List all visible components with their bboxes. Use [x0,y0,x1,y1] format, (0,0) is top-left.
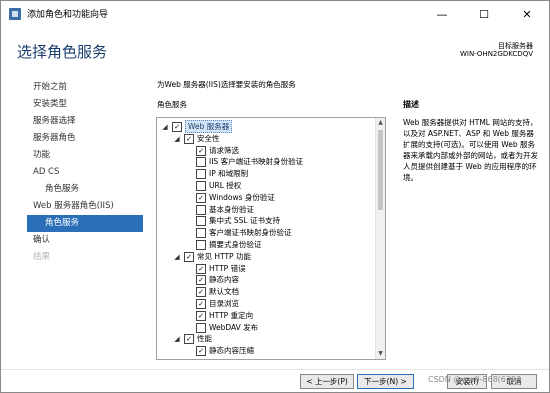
tree-row-label: 默认文档 [209,287,239,297]
tree-row-label: 基本身份验证 [209,204,254,214]
unchecked-checkbox[interactable] [196,240,206,250]
scroll-up-icon[interactable]: ▲ [376,118,385,128]
expand-collapse-icon[interactable]: ◢ [173,253,181,261]
tree-row-label: URL 授权 [209,181,242,190]
tree-row-label: HTTP 重定向 [209,310,254,320]
tree-row[interactable]: ◢ ✓ 性能 [157,333,372,345]
expand-collapse-icon[interactable]: ◢ [173,135,181,143]
checked-checkbox[interactable]: ✓ [196,145,206,156]
tree-row-label: 静态内容 [209,275,239,285]
tree-row[interactable]: WebDAV 发布 [157,322,372,333]
nav-step-7[interactable]: Web 服务器角色(IIS) [27,198,143,215]
unchecked-checkbox[interactable] [196,169,206,180]
tree-row[interactable]: ◢ ✓ 常见 HTTP 功能 [157,251,372,262]
unchecked-checkbox[interactable] [196,157,206,168]
tree-scrollbar[interactable]: ▲ ▼ [375,118,385,359]
tree-row[interactable]: 集中式 SSL 证书支持 [157,215,372,227]
description-title: 描述 [403,100,419,109]
checked-checkbox[interactable]: ✓ [184,133,194,144]
wizard-window: 添加角色和功能向导 — ☐ ✕ 选择角色服务 目标服务器 WIN-OHN2GDK… [0,0,550,393]
target-server-name: WIN-OHN2GDKCDQV [459,50,533,58]
nav-step-4[interactable]: 功能 [27,147,143,164]
expand-collapse-icon[interactable]: ◢ [173,335,181,343]
tree-row-label: Windows 身份验证 [209,192,275,202]
previous-button[interactable]: < 上一步(P) [300,374,354,389]
tree-row[interactable]: ◢ ✓ Web 服务器 [157,120,372,133]
unchecked-checkbox[interactable] [196,322,206,333]
nav-step-9[interactable]: 确认 [27,232,143,249]
checked-checkbox[interactable]: ✓ [184,334,194,345]
tree-row[interactable]: 客户端证书映射身份验证 [157,227,372,239]
nav-step-5[interactable]: AD CS [27,164,143,181]
tree-row[interactable]: IP 和域限制 [157,168,372,180]
tree-row[interactable]: ✓ 静态内容压缩 [157,345,372,357]
unchecked-checkbox[interactable] [196,204,206,215]
tree-row[interactable]: 基本身份验证 [157,204,372,215]
nav-step-3[interactable]: 服务器角色 [27,130,143,147]
window-title: 添加角色和功能向导 [27,10,109,20]
tree-row[interactable]: ✓ HTTP 重定向 [157,310,372,321]
checked-checkbox[interactable]: ✓ [184,251,194,262]
checked-checkbox[interactable]: ✓ [196,192,206,203]
title-bar: 添加角色和功能向导 — ☐ ✕ [1,1,549,27]
unchecked-checkbox[interactable] [196,228,206,239]
tree-row-label: 静态内容压缩 [209,346,254,356]
tree-row-label: Web 服务器 [185,120,233,133]
checked-checkbox[interactable]: ✓ [196,346,206,357]
tree-row-label: WebDAV 发布 [209,322,259,332]
tree-row-label: 请求筛选 [209,145,239,155]
nav-step-0[interactable]: 开始之前 [27,79,143,96]
tree-row[interactable]: ✓ 静态内容 [157,274,372,286]
tree-row-label: HTTP 错误 [209,263,246,273]
tree-row-label: IIS 客户端证书映射身份验证 [209,157,304,167]
tree-row[interactable]: ✓ HTTP 错误 [157,263,372,274]
tree-row[interactable]: 摘要式身份验证 [157,239,372,250]
close-button[interactable]: ✕ [506,1,548,27]
maximize-button[interactable]: ☐ [463,1,505,27]
checked-checkbox[interactable]: ✓ [196,310,206,321]
tree-row-label: 性能 [197,334,212,344]
scroll-down-icon[interactable]: ▼ [376,349,385,359]
minimize-button[interactable]: — [421,1,463,27]
checked-checkbox[interactable]: ✓ [172,122,182,132]
unchecked-checkbox[interactable] [196,181,206,191]
description-text: Web 服务器提供对 HTML 网站的支持，以及对 ASP.NET、ASP 和 … [403,118,538,182]
checked-checkbox[interactable]: ✓ [196,275,206,286]
tree-row-label: 摘要式身份验证 [209,240,262,249]
nav-step-6[interactable]: 角色服务 [27,181,143,198]
tree-row[interactable]: IIS 客户端证书映射身份验证 [157,156,372,168]
nav-step-2[interactable]: 服务器选择 [27,113,143,130]
tree-row[interactable]: ✓ 默认文档 [157,286,372,298]
tree-row[interactable]: ✓ 目录浏览 [157,298,372,309]
tree-row-label: 常见 HTTP 功能 [197,251,251,261]
tree-row-label: 客户端证书映射身份验证 [209,228,292,238]
page-title: 选择角色服务 [17,43,108,61]
nav-step-1[interactable]: 安装类型 [27,96,143,113]
tree-row[interactable]: ✓ Windows 身份验证 [157,192,372,203]
expand-collapse-icon[interactable]: ◢ [161,123,169,131]
checked-checkbox[interactable]: ✓ [196,263,206,274]
tree-row[interactable]: ✓ 请求筛选 [157,145,372,156]
watermark: CSDN @ww0-868(6393 [428,375,522,384]
nav-step-10: 结果 [33,252,51,262]
tree-row-label: IP 和域限制 [209,169,249,179]
intro-text: 为Web 服务器(IIS)选择要安装的角色服务 [157,80,296,89]
tree-row[interactable]: ◢ ✓ 安全性 [157,133,372,144]
role-services-label: 角色服务 [157,100,187,109]
tree-row-label: 目录浏览 [209,299,239,308]
server-manager-icon [9,8,21,20]
tree-row-label: 安全性 [197,133,220,143]
tree-row-label: 集中式 SSL 证书支持 [209,216,280,226]
unchecked-checkbox[interactable] [196,216,206,227]
checked-checkbox[interactable]: ✓ [196,287,206,298]
nav-step-8[interactable]: 角色服务 [27,215,143,232]
page-header: 选择角色服务 目标服务器 WIN-OHN2GDKCDQV [1,27,549,75]
role-services-tree[interactable]: ▲ ▼ ◢ ✓ Web 服务器 ◢ ✓ 安全性 ✓ 请求筛选 IIS 客户端证书映射身份验证 IP… [156,117,386,360]
scroll-thumb[interactable] [378,130,383,210]
footer-divider [1,369,549,370]
wizard-steps-nav: 开始之前 安装类型 服务器选择 服务器角色 功能 AD CS 角色服务 Web 服务器角色(I… [27,79,143,266]
tree-row[interactable]: URL 授权 [157,180,372,191]
next-button[interactable]: 下一步(N) > [357,374,414,389]
checked-checkbox[interactable]: ✓ [196,299,206,309]
